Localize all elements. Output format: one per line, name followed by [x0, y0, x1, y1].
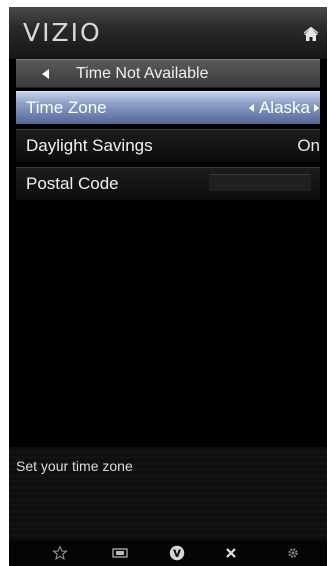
bottom-bar	[9, 540, 327, 566]
menu-item-daylight-savings[interactable]: Daylight Savings On	[16, 129, 320, 162]
vizio-logo: VIZIO	[23, 18, 102, 47]
vizio-v-icon[interactable]	[169, 545, 185, 561]
widescreen-icon[interactable]	[112, 545, 128, 561]
arrow-left-icon[interactable]	[248, 104, 254, 112]
menu-item-postal-code[interactable]: Postal Code	[16, 167, 320, 200]
settings-menu: Time Zone Alaska Daylight Savings On Pos…	[16, 91, 320, 205]
back-arrow-icon[interactable]	[42, 69, 49, 79]
daylight-savings-value: On	[297, 136, 320, 155]
help-panel: Set your time zone	[9, 447, 327, 540]
time-zone-value: Alaska	[258, 98, 310, 117]
header: VIZIO	[9, 7, 327, 59]
close-x-icon[interactable]	[223, 545, 239, 561]
menu-item-label: Daylight Savings	[26, 136, 153, 155]
help-text: Set your time zone	[16, 458, 133, 474]
postal-code-input[interactable]	[209, 174, 311, 191]
back-title: Time Not Available	[76, 65, 209, 82]
gear-icon[interactable]	[285, 545, 301, 561]
arrow-right-icon[interactable]	[314, 104, 319, 112]
menu-item-time-zone[interactable]: Time Zone Alaska	[16, 91, 320, 124]
menu-item-label: Time Zone	[26, 98, 107, 117]
tv-menu-screen: VIZIO Time Not Available Time Zone Alask…	[9, 7, 327, 566]
home-icon[interactable]	[303, 27, 319, 43]
back-bar[interactable]: Time Not Available	[16, 59, 320, 88]
star-icon[interactable]	[52, 545, 68, 561]
time-zone-selector[interactable]: Alaska	[248, 98, 319, 118]
menu-item-label: Postal Code	[26, 174, 119, 193]
